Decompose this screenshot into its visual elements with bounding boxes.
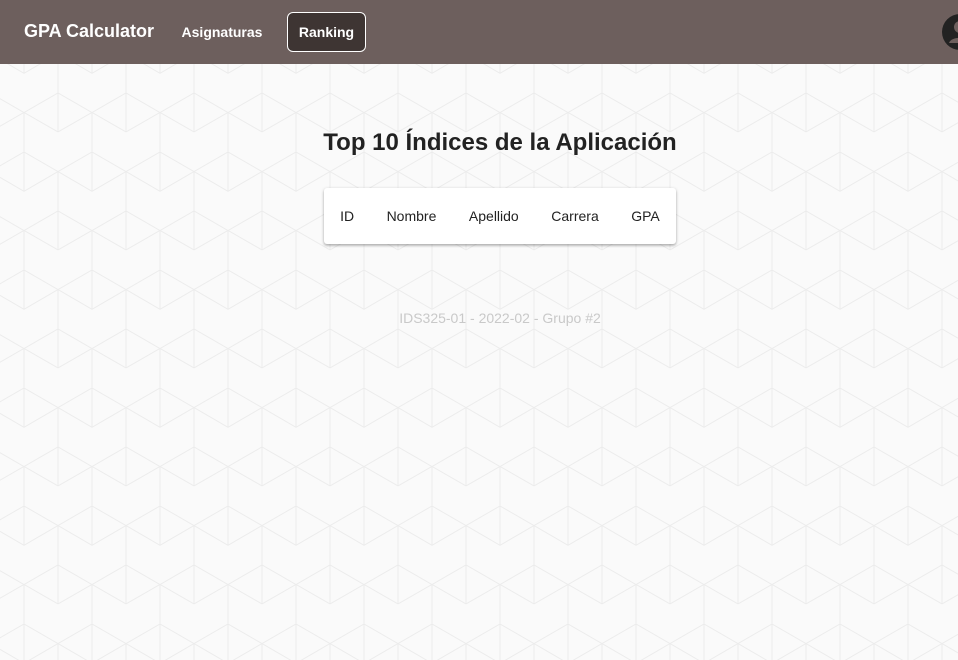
ranking-table: ID Nombre Apellido Carrera GPA [324,188,676,244]
table-header-row: ID Nombre Apellido Carrera GPA [324,188,676,244]
brand-title[interactable]: GPA Calculator [24,20,154,42]
top-navbar: GPA Calculator Asignaturas Ranking [0,0,958,64]
column-header-nombre: Nombre [386,208,437,224]
column-header-gpa: GPA [631,208,660,224]
account-circle-icon[interactable] [942,14,958,50]
footer-text: IDS325-01 - 2022-02 - Grupo #2 [399,310,601,326]
nav-link-asignaturas[interactable]: Asignaturas [170,12,274,52]
page-title: Top 10 Índices de la Aplicación [323,129,677,156]
column-header-id: ID [340,208,355,224]
column-header-carrera: Carrera [551,208,599,224]
nav-link-ranking[interactable]: Ranking [287,12,366,52]
column-header-apellido: Apellido [468,208,519,224]
